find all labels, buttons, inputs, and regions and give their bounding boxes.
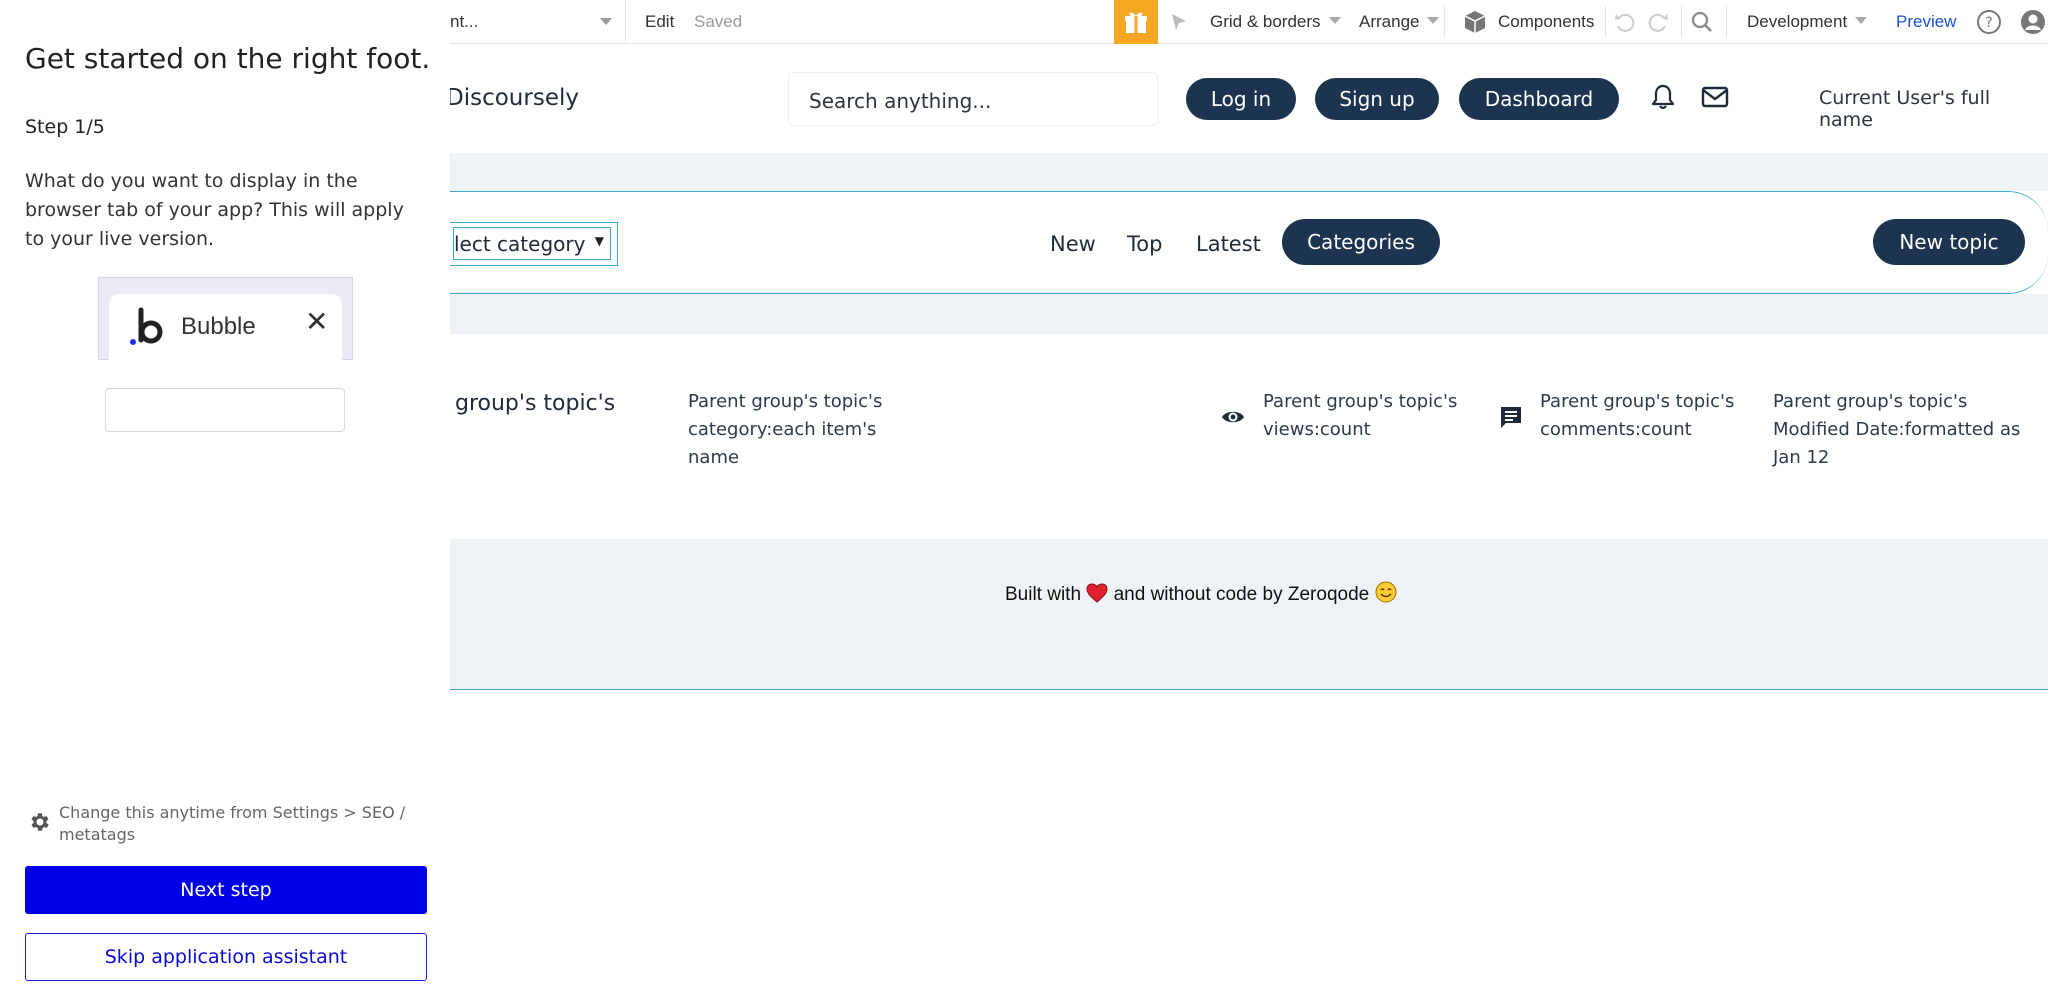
redo-icon[interactable] [1646,10,1670,34]
skip-assistant-button[interactable]: Skip application assistant [25,933,427,981]
arrange-menu[interactable]: Arrange [1359,12,1440,32]
assistant-step-indicator: Step 1/5 [25,116,105,138]
browser-tab: Bubble ✕ [109,294,342,360]
nav-categories[interactable]: Categories [1282,219,1440,265]
bell-icon[interactable] [1648,82,1678,112]
grid-borders-menu[interactable]: Grid & borders [1210,12,1341,32]
environment-selector[interactable]: Development [1747,12,1868,32]
components-button[interactable]: Components [1498,12,1594,32]
topic-date-line: Modified Date:formatted as [1773,419,2021,440]
category-dropdown-value: lect category [454,231,586,256]
assistant-title: Get started on the right foot. [25,42,431,75]
nav-new[interactable]: New [1050,232,1096,256]
brand-name[interactable]: Discoursely [446,85,579,111]
cube-icon [1464,11,1486,33]
current-user-name[interactable]: Current User's full name [1819,87,2048,131]
new-topic-button[interactable]: New topic [1873,219,2025,265]
smile-emoji-icon [1375,581,1396,603]
app-footer: Built with and without code by Zeroqode [450,539,2048,690]
category-dropdown[interactable]: lect category ▼ [448,222,618,266]
heart-icon [1086,583,1108,603]
cursor-icon[interactable] [1168,11,1190,33]
dropdown-arrow-icon: ▼ [594,234,604,248]
topic-category: Parent group's topic's category:each ite… [688,388,882,472]
topic-title[interactable]: group's topic's [455,391,615,416]
settings-hint-text: Change this anytime from Settings > SEO … [59,803,406,844]
sign-up-button[interactable]: Sign up [1315,78,1439,120]
topic-category-line: Parent group's topic's [688,391,883,412]
comment-icon [1501,407,1521,428]
search-placeholder: Search anything... [809,89,992,113]
topic-modified-date: Parent group's topic's Modified Date:for… [1773,388,2020,472]
search-icon[interactable] [1690,10,1714,34]
app-header: Discoursely Search anything... Log in Si… [446,44,2048,153]
tab-title-input[interactable] [105,388,345,432]
log-in-button[interactable]: Log in [1186,78,1296,120]
mail-icon[interactable] [1700,82,1730,112]
chevron-down-icon [600,18,612,25]
grid-borders-label: Grid & borders [1210,12,1321,31]
chevron-down-icon [1328,17,1341,24]
settings-hint: Change this anytime from Settings > SEO … [25,800,425,846]
svg-text:?: ? [1985,15,1992,31]
footer-text-before: Built with [1005,584,1082,605]
next-step-button[interactable]: Next step [25,866,427,914]
section-spacer [450,153,2048,191]
topic-views-line: Parent group's topic's [1263,391,1458,412]
topic-views: Parent group's topic's views:count [1263,388,1457,444]
nav-top[interactable]: Top [1127,232,1162,256]
search-input[interactable]: Search anything... [788,72,1158,126]
topic-comments-line: comments:count [1540,419,1692,440]
chevron-down-icon [1427,17,1440,24]
page-selector[interactable]: nt... [450,0,626,44]
bubble-logo-icon [130,307,163,345]
dashboard-button[interactable]: Dashboard [1459,78,1619,120]
close-icon: ✕ [305,306,329,337]
gear-icon [31,813,49,831]
save-status: Saved [694,12,743,31]
topic-category-line: category:each item's [688,419,877,440]
editor-toolbar: nt... Edit Saved Grid & borders Arrange … [450,0,2048,44]
browser-tab-preview: Bubble ✕ [98,277,353,360]
gift-button[interactable] [1114,0,1158,44]
topic-date-line: Parent group's topic's [1773,391,1968,412]
preview-button[interactable]: Preview [1896,12,1956,32]
arrange-label: Arrange [1359,12,1420,31]
eye-icon [1222,411,1244,423]
nav-latest[interactable]: Latest [1196,232,1261,256]
topic-navigation-bar: lect category ▼ New Top Latest Categorie… [448,191,2048,294]
assistant-question: What do you want to display in the brows… [25,170,404,250]
page-selector-label: nt... [450,12,479,31]
footer-credit: Built with and without code by Zeroqode [1005,581,1397,606]
edit-menu[interactable]: Edit [645,12,674,32]
topic-comments: Parent group's topic's comments:count [1540,388,1734,444]
undo-icon[interactable] [1613,10,1637,34]
environment-label: Development [1747,12,1848,31]
chevron-down-icon [1855,17,1868,24]
footer-text-after: and without code by Zeroqode [1113,584,1370,605]
topic-list-item[interactable]: group's topic's Parent group's topic's c… [450,334,2048,539]
topic-comments-line: Parent group's topic's [1540,391,1735,412]
user-account-icon[interactable] [2020,9,2046,35]
browser-tab-name: Bubble [181,313,256,340]
topic-views-line: views:count [1263,419,1371,440]
application-assistant-panel: Get started on the right foot. Step 1/5 … [0,0,450,1006]
section-spacer [450,294,2048,334]
gift-icon [1125,12,1147,33]
topic-category-line: name [688,447,740,468]
topic-date-line: Jan 12 [1773,447,1830,468]
help-icon[interactable]: ? [1976,9,2002,35]
